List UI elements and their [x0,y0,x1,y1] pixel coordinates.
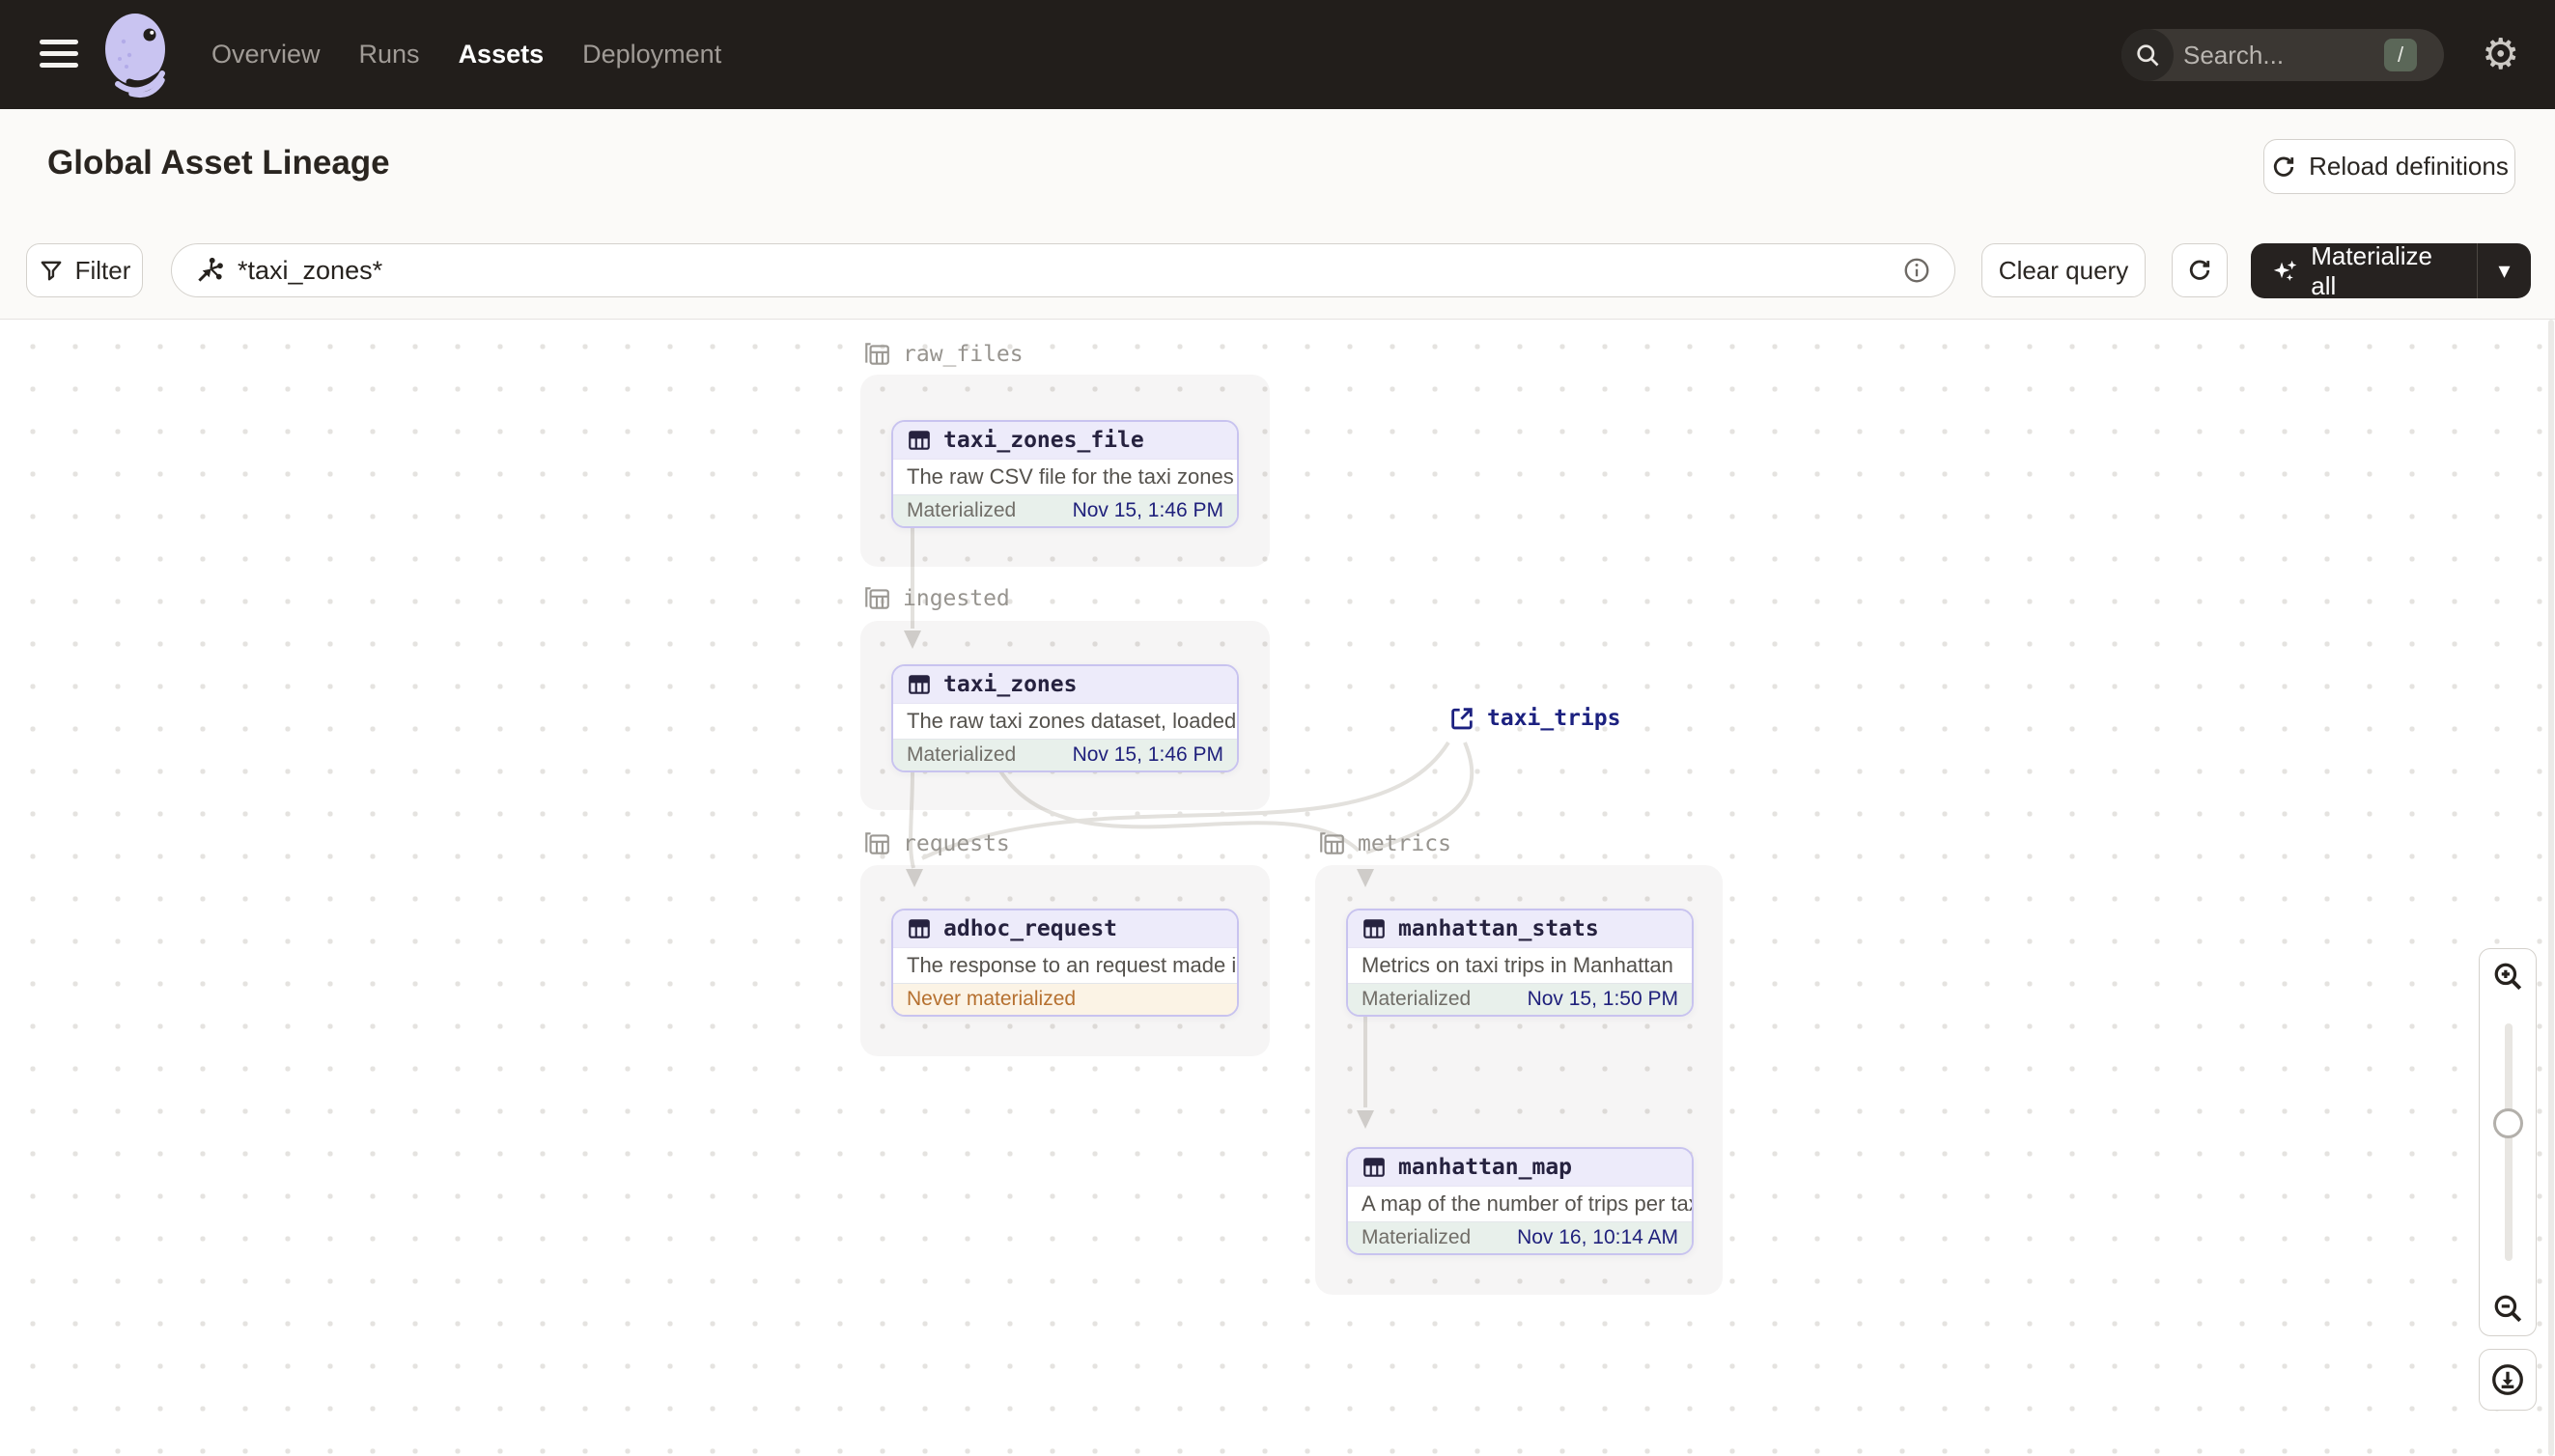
download-image-button[interactable] [2479,1349,2537,1411]
funnel-icon [41,261,62,281]
external-link-icon [1451,708,1473,730]
asset-status-row: Materialized Nov 15, 1:46 PM [893,739,1237,770]
status-label: Materialized [1362,1226,1472,1248]
lineage-edges [904,524,1474,1129]
search-icon [2121,29,2174,81]
zoom-slider-track[interactable] [2505,1023,2513,1261]
materialize-caret-icon[interactable]: ▾ [2477,243,2531,298]
search-input[interactable] [2183,40,2367,70]
asset-query-field[interactable] [238,255,1902,286]
group-tables-icon [865,343,889,365]
asset-name: manhattan_stats [1398,916,1599,941]
asset-node-taxi-zones-file[interactable]: taxi_zones_file The raw CSV file for the… [891,420,1239,528]
sparkle-icon [2273,260,2297,281]
table-icon [909,919,930,938]
asset-status-row: Materialized Nov 15, 1:46 PM [893,494,1237,526]
nav-item-deployment[interactable]: Deployment [582,40,721,70]
group-tables-icon [1320,832,1344,854]
group-tables-icon [865,587,889,609]
primary-nav: Overview Runs Assets Deployment [211,0,721,109]
nav-item-runs[interactable]: Runs [359,40,420,70]
status-label: Never materialized [907,988,1077,1010]
filter-button[interactable]: Filter [26,243,143,297]
asset-status-row: Materialized Nov 15, 1:50 PM [1348,983,1692,1015]
asset-name: taxi_zones [943,672,1078,697]
page-title: Global Asset Lineage [47,144,390,182]
asset-description: Metrics on taxi trips in Manhattan [1348,947,1692,983]
lineage-toolbar: Filter Clear query [0,220,2555,320]
refresh-icon [2189,260,2210,280]
asset-name: adhoc_request [943,916,1118,941]
refresh-icon [2274,156,2294,177]
status-timestamp: Nov 15, 1:50 PM [1527,988,1678,1010]
download-icon [2492,1364,2523,1395]
materialize-all-split-button: Materialize all ▾ [2251,241,2531,300]
table-icon [909,431,930,450]
asset-description: The raw taxi zones dataset, loaded int..… [893,703,1237,739]
asset-name: manhattan_map [1398,1155,1573,1180]
status-label: Materialized [907,499,1017,521]
table-icon [1363,1158,1385,1177]
zoom-in-button[interactable] [2479,948,2537,1003]
table-icon [909,675,930,694]
asset-status-row: Materialized Nov 16, 10:14 AM [1348,1221,1692,1253]
asset-status-row: Never materialized [893,983,1237,1015]
status-timestamp: Nov 16, 10:14 AM [1517,1226,1678,1248]
group-label-ingested[interactable]: ingested [862,583,1010,614]
dagster-logo-icon[interactable] [102,11,172,99]
status-timestamp: Nov 15, 1:46 PM [1072,499,1223,521]
asset-description: The raw CSV file for the taxi zones dat.… [893,459,1237,494]
asset-node-taxi-zones[interactable]: taxi_zones The raw taxi zones dataset, l… [891,664,1239,772]
info-icon[interactable] [1902,256,1931,285]
asset-description: A map of the number of trips per taxi z.… [1348,1186,1692,1221]
search-bar[interactable]: / [2121,29,2444,81]
table-icon [1363,919,1385,938]
asset-node-adhoc-request[interactable]: adhoc_request The response to an request… [891,909,1239,1017]
status-label: Materialized [1362,988,1472,1010]
materialize-all-button[interactable]: Materialize all [2251,241,2477,300]
app-window: Overview Runs Assets Deployment / ⚙ Glob… [0,0,2555,1456]
asset-name: taxi_zones_file [943,428,1144,453]
nav-item-assets[interactable]: Assets [459,40,545,70]
zoom-out-icon [2494,1295,2522,1323]
menu-icon[interactable] [40,40,78,69]
status-timestamp: Nov 15, 1:46 PM [1072,743,1223,766]
zoom-out-button[interactable] [2479,1281,2537,1336]
vertical-scrollbar[interactable] [2548,320,2554,1456]
asset-description: The response to an request made in th... [893,947,1237,983]
refresh-graph-button[interactable] [2172,243,2228,297]
lineage-canvas[interactable]: raw_files ingested requests metrics taxi… [0,320,2555,1456]
reload-definitions-button[interactable]: Reload definitions [2263,139,2515,194]
group-label-requests[interactable]: requests [862,828,1010,859]
asset-node-manhattan-map[interactable]: manhattan_map A map of the number of tri… [1346,1147,1694,1255]
group-label-metrics[interactable]: metrics [1317,828,1451,859]
asset-node-manhattan-stats[interactable]: manhattan_stats Metrics on taxi trips in… [1346,909,1694,1017]
status-label: Materialized [907,743,1017,766]
zoom-slider[interactable] [2479,1002,2537,1282]
clear-query-button[interactable]: Clear query [1981,243,2146,297]
search-shortcut-key: / [2384,39,2417,71]
group-label-raw-files[interactable]: raw_files [862,339,1024,370]
asset-selection-icon [198,257,223,282]
asset-selection-input[interactable] [171,243,1955,297]
nav-item-overview[interactable]: Overview [211,40,321,70]
zoom-in-icon [2494,963,2522,990]
group-tables-icon [865,832,889,854]
top-nav: Overview Runs Assets Deployment / ⚙ [0,0,2555,109]
external-asset-taxi-trips[interactable]: taxi_trips [1448,705,1620,732]
zoom-slider-thumb[interactable] [2493,1108,2523,1138]
settings-gear-icon[interactable]: ⚙ [2482,28,2519,82]
page-header: Global Asset Lineage Reload definitions [0,109,2555,220]
